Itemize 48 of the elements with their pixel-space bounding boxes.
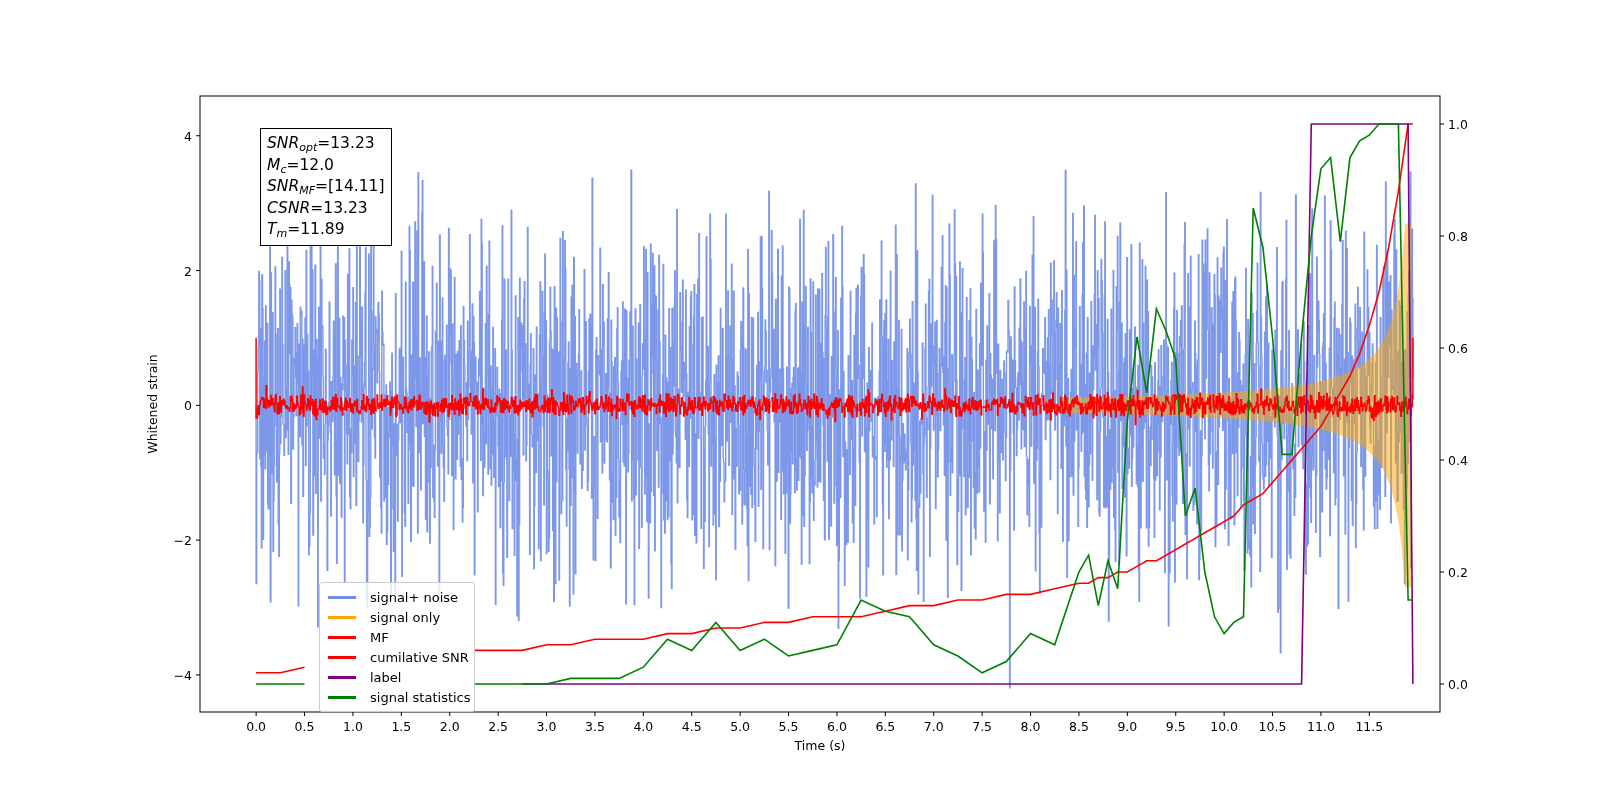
- tick-label: 0.4: [1448, 453, 1468, 468]
- tick-label: −2: [173, 533, 192, 549]
- legend-label: label: [370, 669, 402, 685]
- tick-label: 5.0: [730, 719, 751, 734]
- tick-label: 5.5: [778, 719, 799, 734]
- axis-title: Time (s): [794, 738, 846, 753]
- annotation-text: T$_{m}$=11.89: [267, 219, 346, 241]
- tick-label: 2: [184, 263, 192, 279]
- tick-label: 3.5: [585, 719, 605, 734]
- tick-label: 10.0: [1210, 719, 1239, 734]
- tick-label: 11.5: [1355, 719, 1384, 734]
- tick-label: 10.5: [1258, 719, 1287, 734]
- tick-label: 7.5: [972, 719, 993, 734]
- tick-label: 0: [184, 398, 192, 414]
- tick-label: 3.0: [536, 719, 557, 734]
- tick-label: 0.8: [1448, 229, 1468, 244]
- tick-label: 1.0: [1448, 117, 1468, 132]
- tick-label: −4: [173, 667, 192, 683]
- tick-label: 9.0: [1117, 719, 1138, 734]
- tick-label: 6.5: [875, 719, 896, 734]
- axis-title: Whitened strain: [145, 354, 160, 454]
- tick-label: 2.5: [488, 719, 509, 734]
- tick-label: 9.5: [1165, 719, 1186, 734]
- tick-label: 1.0: [343, 719, 363, 734]
- tick-label: 0.5: [294, 719, 315, 734]
- legend-label: signal+ noise: [370, 589, 459, 605]
- annotation-text: SNR$_{opt}$=13.23: [267, 133, 376, 155]
- legend-label: cumilative SNR: [370, 649, 469, 665]
- tick-label: 8.5: [1069, 719, 1089, 734]
- tick-label: 4.0: [633, 719, 654, 734]
- legend-label: MF: [370, 629, 389, 645]
- tick-label: 0.2: [1448, 565, 1468, 580]
- annotation-text: M$_{c}$=12.0: [267, 154, 335, 176]
- tick-label: 4.5: [681, 719, 702, 734]
- legend-label: signal only: [370, 609, 441, 625]
- tick-label: 7.0: [923, 719, 944, 734]
- tick-label: 0.6: [1448, 341, 1468, 356]
- tick-label: 11.0: [1307, 719, 1335, 734]
- legend-label: signal statistics: [370, 689, 471, 705]
- tick-label: 8.0: [1020, 719, 1041, 734]
- annotation-text: CSNR=13.23: [267, 197, 369, 219]
- tick-label: 6.0: [827, 719, 847, 734]
- tick-label: 1.5: [391, 719, 412, 734]
- tick-label: 2.0: [439, 719, 460, 734]
- annotation-text: SNR$_{MF}$=[14.11]: [267, 176, 385, 198]
- tick-label: 0.0: [246, 719, 267, 734]
- tick-label: 4: [184, 128, 192, 144]
- tick-label: 0.0: [1448, 677, 1468, 692]
